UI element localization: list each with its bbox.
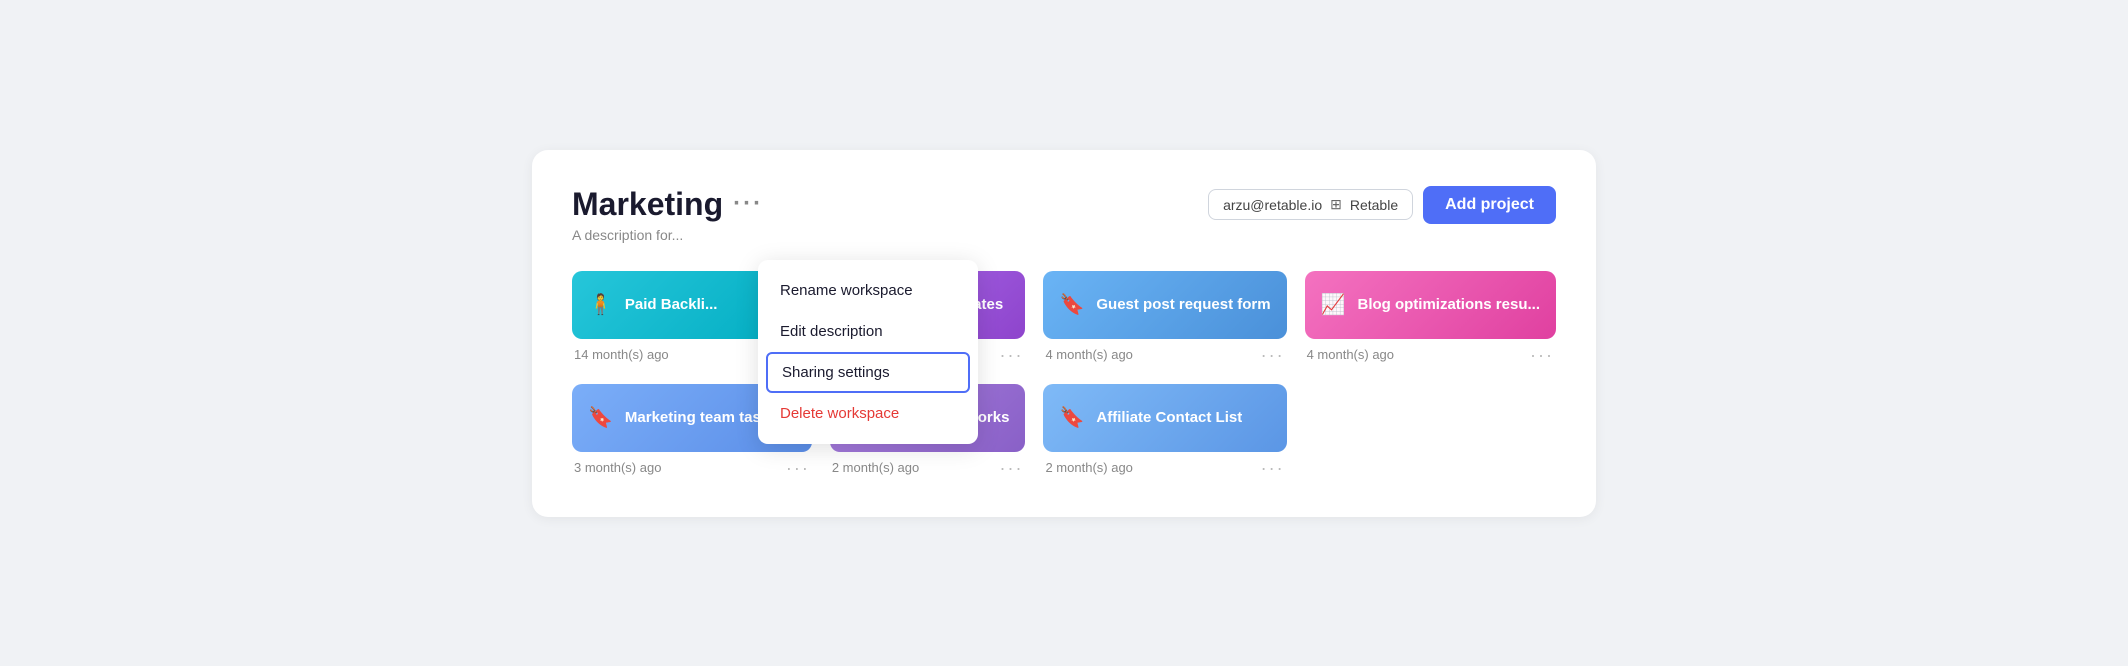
project-time-paid-backlinks: 14 month(s) ago <box>574 347 669 362</box>
project-wrapper-affiliate-contact: 🔖 Affiliate Contact List 2 month(s) ago … <box>1043 384 1286 477</box>
bookmark2-icon: 🔖 <box>1059 405 1084 430</box>
card-meta-affiliate-networks: 2 month(s) ago ··· <box>830 459 1026 477</box>
project-time-guest-post: 4 month(s) ago <box>1045 347 1132 362</box>
project-more-blog-optimizations[interactable]: ··· <box>1530 346 1554 364</box>
workspace-name: Marketing <box>572 186 723 223</box>
page-header: Marketing ··· A description for... arzu@… <box>572 186 1556 243</box>
workspace-description: A description for... <box>572 227 763 243</box>
project-card-guest-post[interactable]: 🔖 Guest post request form <box>1043 271 1286 339</box>
bookmark-icon: 🔖 <box>1059 292 1084 317</box>
project-title-affiliate-contact: Affiliate Contact List <box>1096 409 1242 426</box>
project-time-affiliate-contact: 2 month(s) ago <box>1045 460 1132 475</box>
project-time-blog-optimizations: 4 month(s) ago <box>1307 347 1394 362</box>
card-meta-blog-optimizations: 4 month(s) ago ··· <box>1305 346 1556 364</box>
card-meta-marketing-team: 3 month(s) ago ··· <box>572 459 812 477</box>
add-project-button[interactable]: Add project <box>1423 186 1556 224</box>
person-icon: 🧍 <box>588 292 613 317</box>
project-title-blog-optimizations: Blog optimizations resu... <box>1357 296 1540 313</box>
user-badge[interactable]: arzu@retable.io ⊞ Retable <box>1208 189 1413 220</box>
bookmark-heart-icon: 🔖 <box>588 405 613 430</box>
table-icon: ⊞ <box>1330 196 1342 213</box>
project-wrapper-blog-optimizations: 📈 Blog optimizations resu... 4 month(s) … <box>1305 271 1556 364</box>
card-meta-affiliate-contact: 2 month(s) ago ··· <box>1043 459 1286 477</box>
project-more-affiliate-networks[interactable]: ··· <box>999 459 1023 477</box>
projects-grid: 🧍 Paid Backli... 14 month(s) ago ··· 🏷 C… <box>572 271 1556 477</box>
context-menu-edit-desc[interactable]: Edit description <box>758 311 978 352</box>
workspace-more-dots[interactable]: ··· <box>733 190 763 218</box>
user-workspace-label: Retable <box>1350 197 1398 213</box>
project-more-content-updates[interactable]: ··· <box>999 346 1023 364</box>
project-card-affiliate-contact[interactable]: 🔖 Affiliate Contact List <box>1043 384 1286 452</box>
project-title-paid-backlinks: Paid Backli... <box>625 296 718 313</box>
project-more-guest-post[interactable]: ··· <box>1261 346 1285 364</box>
project-wrapper-guest-post: 🔖 Guest post request form 4 month(s) ago… <box>1043 271 1286 364</box>
card-meta-guest-post: 4 month(s) ago ··· <box>1043 346 1286 364</box>
context-menu-delete[interactable]: Delete workspace <box>758 393 978 434</box>
project-card-blog-optimizations[interactable]: 📈 Blog optimizations resu... <box>1305 271 1556 339</box>
project-title-guest-post: Guest post request form <box>1096 296 1270 313</box>
user-email: arzu@retable.io <box>1223 197 1322 213</box>
header-left: Marketing ··· A description for... <box>572 186 763 243</box>
project-more-affiliate-contact[interactable]: ··· <box>1261 459 1285 477</box>
context-menu-rename[interactable]: Rename workspace <box>758 270 978 311</box>
project-more-marketing-team[interactable]: ··· <box>786 459 810 477</box>
header-right: arzu@retable.io ⊞ Retable Add project <box>1208 186 1556 224</box>
chart-icon: 📈 <box>1321 292 1346 317</box>
context-menu: Rename workspace Edit description Sharin… <box>758 260 978 444</box>
project-time-marketing-team: 3 month(s) ago <box>574 460 661 475</box>
workspace-title: Marketing ··· <box>572 186 763 223</box>
context-menu-sharing[interactable]: Sharing settings <box>766 352 970 393</box>
main-container: Marketing ··· A description for... arzu@… <box>532 150 1596 517</box>
project-time-affiliate-networks: 2 month(s) ago <box>832 460 919 475</box>
